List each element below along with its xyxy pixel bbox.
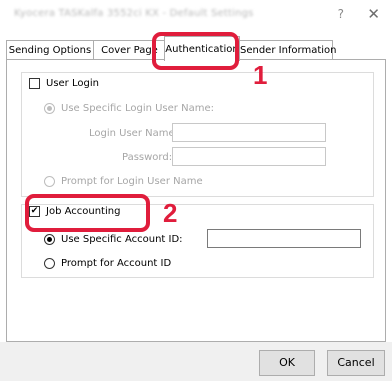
radio-circle [44,176,55,187]
use-specific-account-radio[interactable]: Use Specific Account ID: [44,234,183,245]
checkbox-box [29,78,40,89]
callout-number-2: 2 [163,198,178,228]
use-specific-login-radio[interactable]: Use Specific Login User Name: [44,103,214,114]
login-user-name-label: Login User Name: [89,128,178,139]
callout-highlight-authentication [152,32,239,70]
login-user-name-field[interactable] [172,123,326,142]
tab-sending-options[interactable]: Sending Options [6,40,94,59]
callout-number-1: 1 [253,60,268,90]
button-bar: OK Cancel [0,342,392,381]
prompt-login-radio[interactable]: Prompt for Login User Name [44,176,203,187]
user-login-label: User Login [46,78,99,89]
account-id-field[interactable] [207,229,361,248]
tab-sender-information[interactable]: Sender Information [239,40,337,59]
close-icon[interactable]: ✕ [367,5,380,23]
radio-circle [44,234,55,245]
prompt-login-label: Prompt for Login User Name [61,176,203,187]
radio-circle [44,103,55,114]
cancel-button[interactable]: Cancel [327,350,385,376]
use-specific-account-label: Use Specific Account ID: [61,234,183,245]
help-icon[interactable]: ? [338,7,344,21]
prompt-account-radio[interactable]: Prompt for Account ID [44,258,171,269]
use-specific-login-label: Use Specific Login User Name: [61,103,214,114]
title-bar: Kyocera TASKalfa 3552ci KX - Default Set… [0,0,392,34]
password-label: Password: [122,152,173,163]
prompt-account-label: Prompt for Account ID [61,258,172,269]
radio-circle [44,258,55,269]
window-title: Kyocera TASKalfa 3552ci KX - Default Set… [14,8,254,19]
callout-highlight-job-accounting [25,194,150,232]
password-field[interactable] [172,147,326,166]
ok-button[interactable]: OK [259,350,315,376]
user-login-checkbox[interactable]: User Login [29,78,99,89]
